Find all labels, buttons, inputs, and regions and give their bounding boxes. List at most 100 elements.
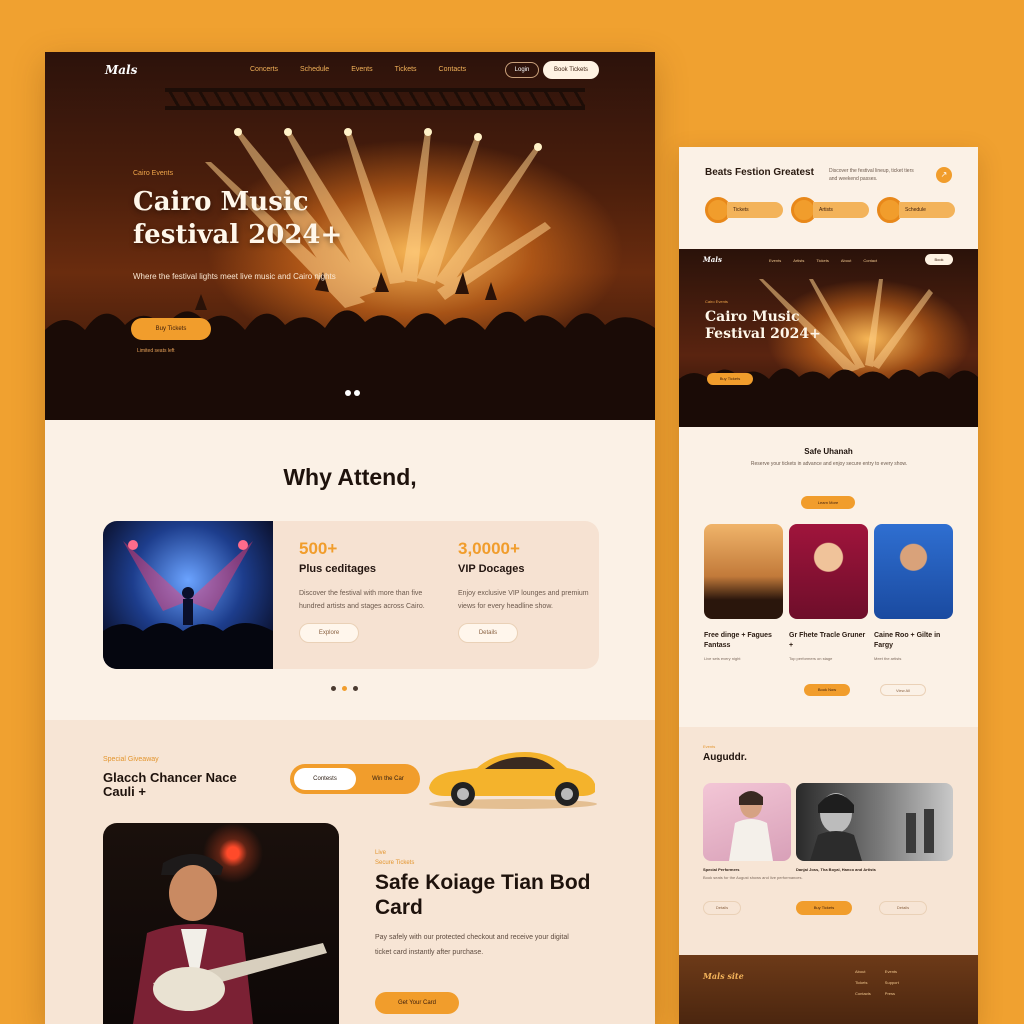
side-hero: Mals Events Artists Tickets About Contac… bbox=[679, 249, 978, 427]
side-page: Beats Festion Greatest Discover the fest… bbox=[679, 147, 978, 1024]
nav-link-events[interactable]: Events bbox=[351, 66, 372, 73]
explore-button[interactable]: Explore bbox=[299, 623, 359, 643]
pill-tickets[interactable]: Tickets bbox=[705, 197, 783, 223]
stat-label: Plus ceditages bbox=[299, 563, 377, 575]
side-nav-link[interactable]: Tickets bbox=[816, 258, 829, 263]
login-button[interactable]: Login bbox=[505, 62, 539, 78]
footer-link[interactable]: Events bbox=[885, 969, 901, 974]
side-footer: Mals site About Events Tickets Support C… bbox=[679, 955, 978, 1024]
pill-label: Schedule bbox=[899, 202, 955, 218]
side-buy-button[interactable]: Buy Tickets bbox=[707, 373, 753, 385]
side-book-now-button[interactable]: Book Now bbox=[804, 684, 850, 696]
side-hero-title: Cairo Music Festival 2024+ bbox=[705, 309, 821, 342]
side-nav-link[interactable]: Artists bbox=[793, 258, 804, 263]
book-tickets-button[interactable]: Book Tickets bbox=[543, 61, 599, 79]
giveaway-title: Glacch Chancer Nace Cauli + bbox=[103, 770, 237, 799]
guitarist-image bbox=[133, 853, 327, 1024]
band-image bbox=[796, 783, 953, 861]
side-row-buttons: Book Now View All bbox=[804, 684, 926, 696]
singer-caption: Special Performers bbox=[703, 867, 740, 872]
details-button[interactable]: Details bbox=[458, 623, 518, 643]
footer-link[interactable]: About bbox=[855, 969, 871, 974]
safe-eyebrow: Live Secure Tickets bbox=[375, 848, 414, 868]
top-nav: Mals Concerts Schedule Events Tickets Co… bbox=[45, 52, 655, 90]
singer-photo bbox=[729, 791, 773, 861]
stat-artists: 500+ Plus ceditages Discover the festiva… bbox=[299, 539, 439, 643]
artist-card-title: Gr Fhete Tracle Gruner + bbox=[789, 632, 866, 649]
artist-card-title: Free dinge + Fagues Fantass bbox=[704, 632, 772, 649]
band-photo bbox=[810, 793, 934, 861]
hero-pagination[interactable] bbox=[345, 390, 360, 396]
side-why-title: Safe Uhanah bbox=[804, 447, 853, 456]
artist-card[interactable]: Free dinge + Fagues Fantass Live sets ev… bbox=[704, 524, 783, 662]
nav-links: Concerts Schedule Events Tickets Contact… bbox=[250, 66, 466, 73]
why-card: 500+ Plus ceditages Discover the festiva… bbox=[103, 521, 599, 669]
footer-link[interactable]: Tickets bbox=[855, 980, 871, 985]
pill-label: Artists bbox=[813, 202, 869, 218]
stat-vip: 3,0000+ VIP Docages Enjoy exclusive VIP … bbox=[458, 539, 598, 643]
side-nav-link[interactable]: Contact bbox=[863, 258, 877, 263]
guitarist-photo bbox=[103, 823, 339, 1024]
dot[interactable] bbox=[354, 390, 360, 396]
side-view-all-button[interactable]: View All bbox=[880, 684, 926, 696]
stat-label: VIP Docages bbox=[458, 563, 525, 575]
artist-image bbox=[704, 524, 783, 619]
side-book-button[interactable]: Book bbox=[925, 254, 953, 265]
side-why-desc: Reserve your tickets in advance and enjo… bbox=[750, 461, 908, 467]
artist-card-title: Caine Roo + Gilte in Fargy bbox=[874, 632, 941, 649]
buy-tickets-button[interactable]: Buy Tickets bbox=[131, 318, 211, 340]
side-nav-link[interactable]: About bbox=[841, 258, 851, 263]
pill-schedule[interactable]: Schedule bbox=[877, 197, 955, 223]
footer-brand: Mals site bbox=[703, 971, 744, 981]
concert-image bbox=[103, 540, 273, 669]
logo[interactable]: Mals bbox=[105, 63, 137, 77]
carousel-dots[interactable] bbox=[331, 686, 358, 691]
august-details-button[interactable]: Details bbox=[703, 901, 741, 915]
artist-card[interactable]: Caine Roo + Gilte in Fargy Meet the arti… bbox=[874, 524, 953, 662]
stat-description: Discover the festival with more than fiv… bbox=[299, 590, 425, 610]
side-august-eyebrow: Events bbox=[703, 744, 716, 749]
giveaway-toggle[interactable]: Contests Win the Car bbox=[290, 764, 420, 794]
side-nav: Events Artists Tickets About Contact bbox=[769, 258, 877, 263]
side-learn-more-button[interactable]: Learn More bbox=[801, 496, 855, 509]
side-pills: Tickets Artists Schedule bbox=[705, 197, 955, 223]
toggle-contests[interactable]: Contests bbox=[294, 768, 356, 790]
side-header-title: Beats Festion Greatest bbox=[705, 167, 814, 178]
footer-link[interactable]: Press bbox=[885, 991, 901, 996]
side-hero-eyebrow: Cairo Events bbox=[705, 299, 728, 304]
side-nav-link[interactable]: Events bbox=[769, 258, 781, 263]
artist-card[interactable]: Gr Fhete Tracle Gruner + Top performers … bbox=[789, 524, 868, 662]
pill-artists[interactable]: Artists bbox=[791, 197, 869, 223]
band-caption: Danjal Joss, Tha Boyal, Hanco and Artist… bbox=[796, 867, 876, 872]
concert-photo bbox=[103, 521, 273, 669]
artist-image bbox=[789, 524, 868, 619]
stat-number: 3,0000+ bbox=[458, 539, 520, 558]
nav-link-concerts[interactable]: Concerts bbox=[250, 66, 278, 73]
nav-link-contacts[interactable]: Contacts bbox=[439, 66, 467, 73]
toggle-win-car[interactable]: Win the Car bbox=[360, 768, 416, 790]
get-card-button[interactable]: Get Your Card bbox=[375, 992, 459, 1014]
artist-image bbox=[874, 524, 953, 619]
car-image bbox=[429, 752, 597, 809]
footer-link[interactable]: Contacts bbox=[855, 991, 871, 996]
nav-link-schedule[interactable]: Schedule bbox=[300, 66, 329, 73]
dot-active[interactable] bbox=[342, 686, 347, 691]
footer-links: About Events Tickets Support Contacts Pr… bbox=[855, 969, 901, 996]
dot[interactable] bbox=[353, 686, 358, 691]
august-more-button[interactable]: Details bbox=[879, 901, 927, 915]
side-logo[interactable]: Mals bbox=[703, 255, 722, 264]
arrow-icon[interactable]: ↗ bbox=[936, 167, 952, 183]
august-buy-button[interactable]: Buy Tickets bbox=[796, 901, 852, 915]
hero-section: Mals Concerts Schedule Events Tickets Co… bbox=[45, 52, 655, 420]
footer-link[interactable]: Support bbox=[885, 980, 901, 985]
nav-link-tickets[interactable]: Tickets bbox=[395, 66, 417, 73]
main-page: Mals Concerts Schedule Events Tickets Co… bbox=[45, 52, 655, 1024]
dot[interactable] bbox=[331, 686, 336, 691]
pill-label: Tickets bbox=[727, 202, 783, 218]
dot[interactable] bbox=[345, 390, 351, 396]
safe-title: Safe Koiage Tian Bod Card bbox=[375, 871, 591, 919]
safe-eyebrow-live: Live bbox=[375, 850, 387, 856]
hero-note: Limited seats left bbox=[137, 348, 175, 354]
hero-title: Cairo Music festival 2024+ bbox=[133, 187, 343, 250]
side-august-desc: Book seats for the August shows and live… bbox=[703, 875, 803, 880]
